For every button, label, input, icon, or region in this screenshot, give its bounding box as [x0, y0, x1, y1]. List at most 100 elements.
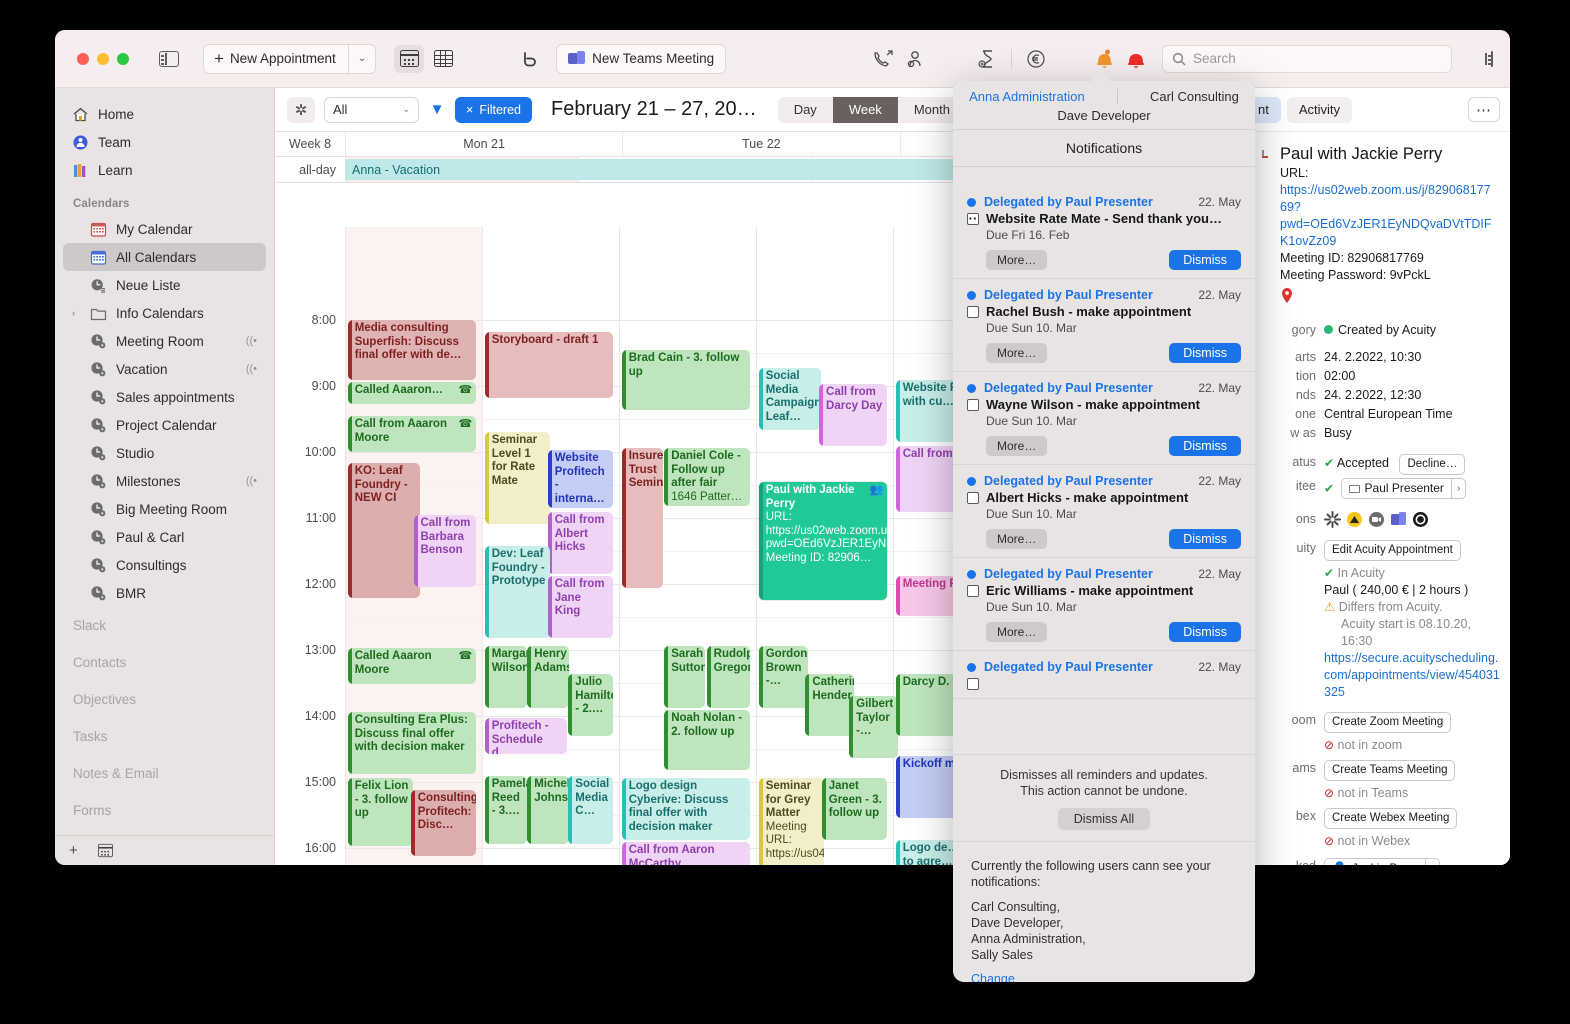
view-switcher[interactable]: Day Week Month [777, 96, 966, 123]
popover-tab-dave[interactable]: Dave Developer [1057, 108, 1150, 123]
sidebar-module-slack[interactable]: Slack [55, 607, 274, 644]
invitee-chip[interactable]: Paul Presenter › [1340, 478, 1467, 499]
hourglass-add-button[interactable] [972, 45, 1002, 73]
contact-add-button[interactable] [900, 45, 930, 73]
sidebar-item-meeting-room[interactable]: Meeting Room ((• [63, 327, 266, 355]
calendar-event[interactable]: Media consulting Superfish: Discuss fina… [347, 320, 477, 380]
notification-item[interactable]: Delegated by Paul Presenter 22. May Albert… [953, 465, 1255, 558]
notification-item[interactable]: Delegated by Paul Presenter 22. May Eric W… [953, 558, 1255, 651]
sidebar-item-all-calendars[interactable]: All Calendars [63, 243, 266, 271]
calendar-event[interactable]: Call from Aaron McCarthy1804 Camden Plac… [621, 842, 751, 865]
notifications-button[interactable] [1089, 45, 1119, 73]
more-button[interactable]: More… [986, 343, 1048, 363]
calendar-event[interactable]: Insured Trust Seminar [621, 448, 663, 588]
chevron-right-icon[interactable]: › [1450, 479, 1465, 498]
calendar-event[interactable]: ☎ Called Aaaron Moore [347, 648, 477, 684]
sidebar-item-paul-carl[interactable]: Paul & Carl [63, 523, 266, 551]
dismiss-button[interactable]: Dismiss [1169, 250, 1241, 270]
more-button[interactable]: More… [986, 529, 1048, 549]
notification-item[interactable]: Delegated by Paul Presenter 22. May [953, 651, 1255, 699]
sidebar-item-studio[interactable]: Studio [63, 439, 266, 467]
calendar-event[interactable]: ☎ Called Aaaron… [347, 382, 477, 404]
dismiss-button[interactable]: Dismiss [1169, 436, 1241, 456]
inspector-tabs[interactable]: nt Activity ⋯ [1236, 88, 1510, 132]
sidebar-item-bmr[interactable]: BMR [63, 579, 266, 607]
popover-tab-carl[interactable]: Carl Consulting [1150, 89, 1239, 104]
calendar-event[interactable]: Logo design Cyberive: Discuss final offe… [621, 778, 751, 840]
sidebar-item-home[interactable]: Home [63, 100, 266, 128]
funnel-icon[interactable]: ▼ [428, 101, 446, 118]
more-button[interactable]: More… [986, 250, 1048, 270]
task-checkbox[interactable] [967, 585, 979, 597]
calendar-event[interactable]: Janet Green - 3. follow up [821, 778, 888, 840]
inspector-more-button[interactable]: ⋯ [1468, 97, 1500, 122]
notification-item[interactable]: Delegated by Paul Presenter 22. May Wayne … [953, 372, 1255, 465]
calendar-event[interactable]: KO: Leaf Foundry - NEW CI [347, 463, 421, 598]
task-checkbox[interactable]: ·· [967, 211, 979, 226]
calendar-event[interactable]: Consulting Era Plus: Discuss final offer… [347, 712, 477, 774]
sidebar-item-milestones[interactable]: Milestones ((• [63, 467, 266, 495]
mini-calendar-icon[interactable] [97, 843, 113, 858]
create-zoom-meeting-button[interactable]: Create Zoom Meeting [1324, 712, 1452, 733]
notification-list[interactable]: Delegated by Paul Presenter 22. May ·· Webs… [953, 186, 1255, 802]
sidebar-toggle-icon[interactable] [159, 50, 179, 67]
sidebar-module-objectives[interactable]: Objectives [55, 681, 274, 718]
calendar-event[interactable]: Brad Cain - 3. follow up [621, 350, 751, 410]
calendar-event[interactable]: Sarah Sutton… [664, 646, 706, 708]
sidebar-item-sales-appointments[interactable]: Sales appointments [63, 383, 266, 411]
filtered-close-icon[interactable]: × [466, 103, 473, 117]
calendar-event[interactable]: ☎ Call from Aaaron Moore [347, 416, 477, 452]
chevron-down-icon[interactable]: ⌄ [349, 45, 375, 73]
calendar-event[interactable]: Michelle Johnson… [527, 776, 570, 844]
sidebar-item-consultings[interactable]: Consultings [63, 551, 266, 579]
traffic-lights[interactable] [55, 52, 129, 65]
minimize-button[interactable] [97, 52, 109, 65]
linked-contact-chip[interactable]: 👤Jackie Perry › [1324, 858, 1441, 865]
calendar-event[interactable]: Seminar Level 1 for Rate Mate [484, 432, 551, 524]
new-appointment-button[interactable]: + New Appointment ⌄ [203, 43, 377, 74]
dismiss-all-button[interactable]: Dismiss All [1057, 807, 1151, 830]
edit-acuity-appointment-button[interactable]: Edit Acuity Appointment [1324, 540, 1461, 561]
calendar-event[interactable]: Margaret Wilson… [484, 646, 527, 708]
gear-icon[interactable]: ✲ [287, 96, 315, 123]
dismiss-button[interactable]: Dismiss [1169, 343, 1241, 363]
calendar-view-button[interactable] [394, 44, 425, 73]
sidebar-item-my-calendar[interactable]: My Calendar [63, 215, 266, 243]
task-checkbox[interactable] [967, 492, 979, 504]
view-week[interactable]: Week [832, 96, 898, 123]
calendar-event[interactable]: Website Profitech - interna… [547, 450, 614, 508]
view-day[interactable]: Day [778, 97, 833, 123]
create-teams-meeting-button[interactable]: Create Teams Meeting [1324, 760, 1456, 781]
tab-activity[interactable]: Activity [1286, 96, 1353, 123]
calendar-event[interactable]: Felix Lion - 3. follow up [347, 778, 414, 846]
sidebar-item-big-meeting-room[interactable]: Big Meeting Room [63, 495, 266, 523]
sidebar-module-tasks[interactable]: Tasks [55, 718, 274, 755]
alerts-button[interactable] [1121, 45, 1151, 73]
dismiss-button[interactable]: Dismiss [1169, 529, 1241, 549]
chevron-right-icon[interactable]: › [72, 308, 81, 318]
calendar-event[interactable]: Catherine Hender… [805, 674, 855, 736]
calendar-event[interactable]: Seminar for Grey Matter Meeting URL: http… [758, 778, 825, 865]
search-input[interactable]: Search [1162, 44, 1452, 73]
change-link[interactable]: Change [971, 972, 1237, 982]
sidebar-item-neue-liste[interactable]: Neue Liste [63, 271, 266, 299]
calendar-event[interactable]: Noah Nolan - 2. follow up [664, 710, 751, 770]
popover-tab-anna[interactable]: Anna Administration [969, 89, 1085, 104]
sidebar-module-forms[interactable]: Forms [55, 792, 274, 829]
calendar-event[interactable]: Social Media C… [568, 776, 614, 844]
decline-button[interactable]: Decline… [1399, 454, 1466, 475]
notification-item[interactable]: Delegated by Paul Presenter 22. May ·· Webs… [953, 186, 1255, 279]
calendar-event[interactable]: Pamela Reed - 3.… [484, 776, 527, 844]
calendar-filter-select[interactable]: All ⌄ [324, 96, 419, 123]
calendar-event[interactable]: Storyboard - draft 1 [484, 332, 614, 398]
calendar-event[interactable]: Gilbert Taylor -… [849, 696, 899, 758]
calendar-event[interactable]: Call from Albert Hicks [547, 512, 614, 574]
call-out-button[interactable] [868, 45, 898, 73]
add-calendar-button[interactable]: + [69, 842, 78, 859]
day-header-1[interactable]: Tue 22 [622, 132, 899, 156]
calendar-event[interactable]: Consulting Profitech: Disc… [410, 790, 477, 856]
task-checkbox[interactable] [967, 306, 979, 318]
notification-item[interactable]: Delegated by Paul Presenter 22. May Rachel… [953, 279, 1255, 372]
calendar-event[interactable]: 👥 Paul with Jackie Perry URL: https://us02… [758, 482, 888, 600]
create-webex-meeting-button[interactable]: Create Webex Meeting [1324, 808, 1458, 829]
